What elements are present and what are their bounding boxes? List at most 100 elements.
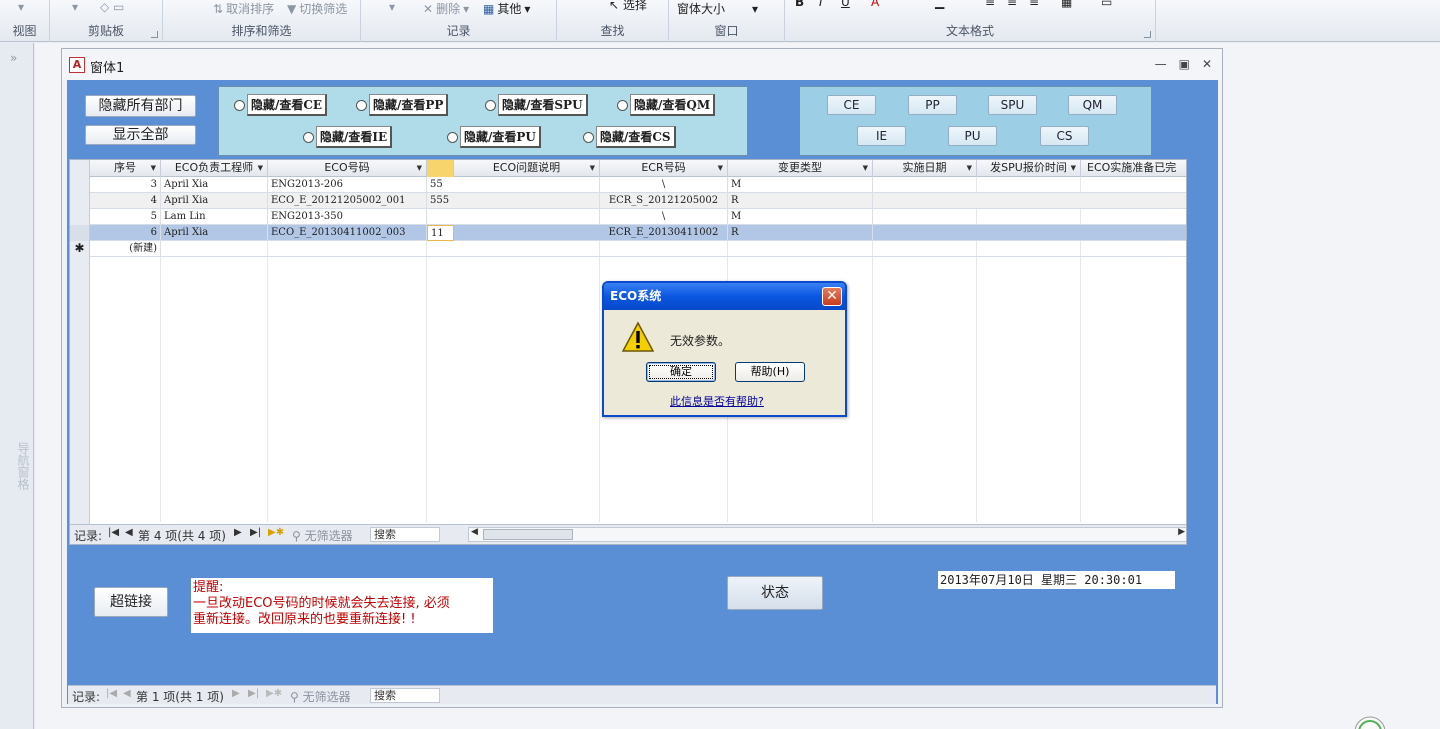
helpful-link[interactable]: 此信息是否有帮助? [670,393,764,409]
cs-button[interactable]: CS [1040,126,1089,146]
cell-seq[interactable]: 4 [90,193,161,209]
format-painter-icon[interactable]: ◇ ▭ [100,0,124,14]
toggle-pp[interactable]: 隐藏/查看PP [356,94,449,116]
no-filter-button[interactable]: ⚲ 无筛选器 [290,688,351,705]
cell-ecr-number[interactable]: ECR_S_20121205002 [600,193,728,209]
bold-icon[interactable]: B [795,0,804,9]
table-row[interactable]: 3 April Xia ENG2013-206 55 \ M [70,177,1186,193]
spu-button[interactable]: SPU [988,95,1037,115]
show-all-button[interactable]: 显示全部 [85,125,196,145]
align-left-icon[interactable]: ≡ [985,0,995,9]
new-record-row[interactable]: ✱ (新建) [70,241,1186,257]
column-header-eco-prepared[interactable]: ECO实施准备已完 [1081,160,1186,177]
cell-change-type[interactable]: R [728,193,873,209]
search-field[interactable]: 搜索 [370,688,440,703]
ok-button[interactable]: 确定 [646,362,716,382]
hide-all-departments-button[interactable]: 隐藏所有部门 [85,95,196,117]
toggle-spu[interactable]: 隐藏/查看SPU [485,94,588,116]
pu-button[interactable]: PU [948,126,997,146]
expand-chevron-icon[interactable]: » [10,51,17,65]
cell-ecr-number[interactable]: \ [600,209,728,225]
cell-seq[interactable]: 6 [90,225,161,241]
cell-eco-number[interactable]: ENG2013-350 [268,209,427,225]
first-record-icon[interactable]: |◀ [106,688,117,699]
column-header-engineer[interactable]: ECO负责工程师 ▼ [161,160,268,177]
cell-eco-number[interactable]: ENG2013-206 [268,177,427,193]
radio-icon[interactable] [485,99,496,111]
toggle-filter-button[interactable]: ▼ 切换筛选 [287,0,347,17]
prev-record-icon[interactable]: ◀ [125,527,133,538]
prev-record-icon[interactable]: ◀ [123,688,131,699]
cell-issue-active[interactable]: 11 [427,225,454,241]
record-selector[interactable] [70,177,90,193]
delete-button[interactable]: ✕ 删除 ▾ [423,0,469,17]
sort-arrow-icon[interactable]: ▼ [1071,160,1076,176]
column-header-issue[interactable]: ECO问题说明 ▼ [454,160,600,177]
status-button[interactable]: 状态 [727,576,823,610]
zoom-badge[interactable] [1350,716,1440,729]
cell-change-type[interactable]: R [728,225,873,241]
cell-ecr-number[interactable]: \ [600,177,728,193]
toggle-pu[interactable]: 隐藏/查看PU [447,126,541,148]
records-dropdown[interactable]: ▾ [389,0,395,14]
scroll-left-icon[interactable]: ◀ [471,527,478,537]
last-record-icon[interactable]: ▶| [248,688,259,699]
other-button[interactable]: ▦ 其他 ▾ [483,0,530,17]
align-right-icon[interactable]: ≡ [1029,0,1039,9]
column-header-spu-quote-time[interactable]: 发SPU报价时间 ▼ [977,160,1081,177]
dialog-close-icon[interactable]: ✕ [822,287,842,306]
cell-engineer[interactable]: April Xia [161,193,268,209]
column-header-implement-date[interactable]: 实施日期 ▼ [873,160,977,177]
scroll-right-icon[interactable]: ▶ [1178,527,1185,537]
cell-engineer[interactable]: April Xia [161,225,268,241]
radio-icon[interactable] [447,131,458,143]
sort-arrow-icon[interactable]: ▼ [863,160,868,176]
sort-arrow-icon[interactable]: ▼ [718,160,723,176]
toggle-cs[interactable]: 隐藏/查看CS [583,126,676,148]
toggle-qm[interactable]: 隐藏/查看QM [617,94,716,116]
new-record-icon[interactable]: ▶✱ [268,527,284,538]
window-size-button[interactable]: 窗体大小 ▾ [677,0,758,17]
underline-icon[interactable]: U [841,0,850,9]
record-selector[interactable] [70,225,90,241]
cell-change-type[interactable]: M [728,177,873,193]
cell-issue[interactable] [427,209,600,225]
next-record-icon[interactable]: ▶ [234,527,242,538]
close-icon[interactable]: ✕ [1202,57,1212,71]
next-record-icon[interactable]: ▶ [232,688,240,699]
sort-arrow-icon[interactable]: ▼ [590,160,595,176]
cell-seq[interactable]: 3 [90,177,161,193]
radio-icon[interactable] [617,99,628,111]
first-record-icon[interactable]: |◀ [108,527,119,538]
horizontal-scrollbar[interactable]: ◀ ▶ [468,527,1186,542]
sort-arrow-icon[interactable]: ▼ [151,160,156,176]
pp-button[interactable]: PP [908,95,957,115]
toggle-ce[interactable]: 隐藏/查看CE [234,94,328,116]
new-record-icon[interactable]: ▶✱ [266,688,282,699]
table-row[interactable]: 4 April Xia ECO_E_20121205002_001 555 EC… [70,193,1186,209]
help-button[interactable]: 帮助(H) [735,362,805,382]
radio-icon[interactable] [234,99,245,111]
dialog-launcher-icon[interactable] [151,31,158,38]
italic-icon[interactable]: I [819,0,823,9]
cell-eco-number[interactable]: ECO_E_20121205002_001 [268,193,427,209]
hyperlink-button[interactable]: 超链接 [94,587,168,617]
fill-color-icon[interactable]: ▁ [935,0,944,9]
column-header-eco-number[interactable]: ECO号码 ▼ [268,160,427,177]
select-cursor-icon[interactable]: ↖ 选择 [609,0,647,13]
column-header-seq[interactable]: 序号 ▼ [90,160,161,177]
minimize-icon[interactable]: — [1155,57,1167,71]
radio-icon[interactable] [356,99,367,111]
record-position[interactable]: 第 4 项(共 4 项) [138,527,226,544]
clear-sort-button[interactable]: ⇅ 取消排序 [213,0,274,17]
toggle-ie[interactable]: 隐藏/查看IE [303,126,393,148]
alternate-fill-icon[interactable]: ▭ [1101,0,1112,9]
cell-change-type[interactable]: M [728,209,873,225]
clipboard-dropdown[interactable]: ▾ [72,0,78,14]
new-record-label[interactable]: (新建) [90,241,161,257]
gridlines-icon[interactable]: ▦ [1061,0,1072,9]
last-record-icon[interactable]: ▶| [250,527,261,538]
navigation-pane[interactable]: » 导航窗格 [0,43,34,729]
column-header-change-type[interactable]: 变更类型 ▼ [728,160,873,177]
record-position[interactable]: 第 1 项(共 1 项) [136,688,224,705]
